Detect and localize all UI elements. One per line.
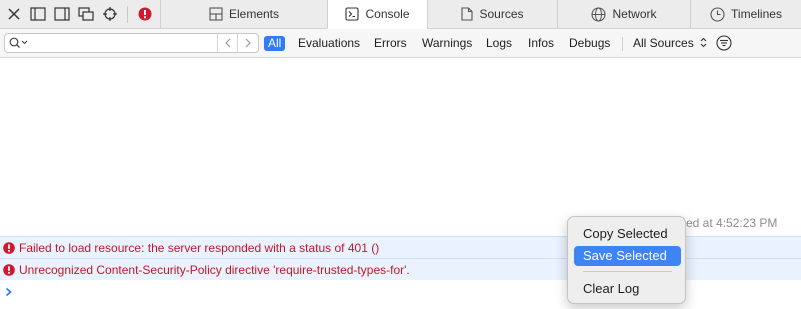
console-filter-bar: All Evaluations Errors Warnings Logs Inf… [0,29,801,58]
page-reloaded-marker: ed at 4:52:23 PM [686,216,778,230]
dock-right-icon[interactable] [53,5,71,23]
chevron-left-icon [225,38,231,48]
devtools-toolbar: Elements Console Sources Network Timelin… [0,0,801,29]
error-icon [3,263,15,276]
prompt-chevron-icon [5,287,12,297]
filter-options-icon[interactable] [716,35,732,54]
menu-item-clear-log[interactable]: Clear Log [574,279,681,299]
console-icon [345,7,360,21]
network-icon [591,6,607,22]
elements-icon [209,7,223,21]
element-picker-icon[interactable] [101,5,119,23]
filter-infos[interactable]: Infos [525,36,557,51]
sources-select[interactable]: All Sources [630,36,710,51]
search-next-button[interactable] [237,34,258,52]
error-badge-icon[interactable] [136,5,154,23]
sources-select-label: All Sources [633,36,694,50]
tab-console[interactable]: Console [327,0,427,29]
filter-debugs[interactable]: Debugs [566,36,613,51]
timelines-icon [710,6,725,22]
tab-network[interactable]: Network [557,0,690,28]
dock-left-icon[interactable] [29,5,47,23]
filter-errors[interactable]: Errors [371,36,410,51]
search-icon[interactable] [9,37,29,49]
tab-label: Timelines [731,7,782,21]
filter-evaluations[interactable]: Evaluations [295,36,363,51]
tab-label: Network [612,7,657,21]
chevron-updown-icon [700,37,707,48]
tab-timelines[interactable]: Timelines [690,0,801,28]
filter-divider [622,37,623,51]
console-search-input[interactable] [31,35,217,51]
filter-all[interactable]: All [264,36,286,51]
console-message-text: Failed to load resource: the server resp… [19,240,380,255]
console-prompt[interactable] [5,286,13,300]
menu-item-save-selected[interactable]: Save Selected [574,246,681,266]
context-menu: Copy Selected Save Selected Clear Log [567,216,686,304]
console-message-text: Unrecognized Content-Security-Policy dir… [19,262,410,277]
tab-sources[interactable]: Sources [427,0,557,28]
console-search [4,33,259,53]
close-icon[interactable] [5,5,23,23]
sources-icon [461,7,474,21]
tab-label: Console [365,7,410,21]
filter-logs[interactable]: Logs [483,36,515,51]
tab-label: Elements [228,7,280,21]
chevron-right-icon [245,38,251,48]
menu-separator [583,271,672,272]
search-previous-button[interactable] [217,34,238,52]
menu-item-copy-selected[interactable]: Copy Selected [574,224,681,244]
undock-icon[interactable] [77,5,95,23]
tab-elements[interactable]: Elements [160,0,327,28]
tab-label: Sources [479,7,524,21]
error-icon [3,241,15,254]
toolbar-divider [127,6,128,23]
filter-warnings[interactable]: Warnings [419,36,475,51]
